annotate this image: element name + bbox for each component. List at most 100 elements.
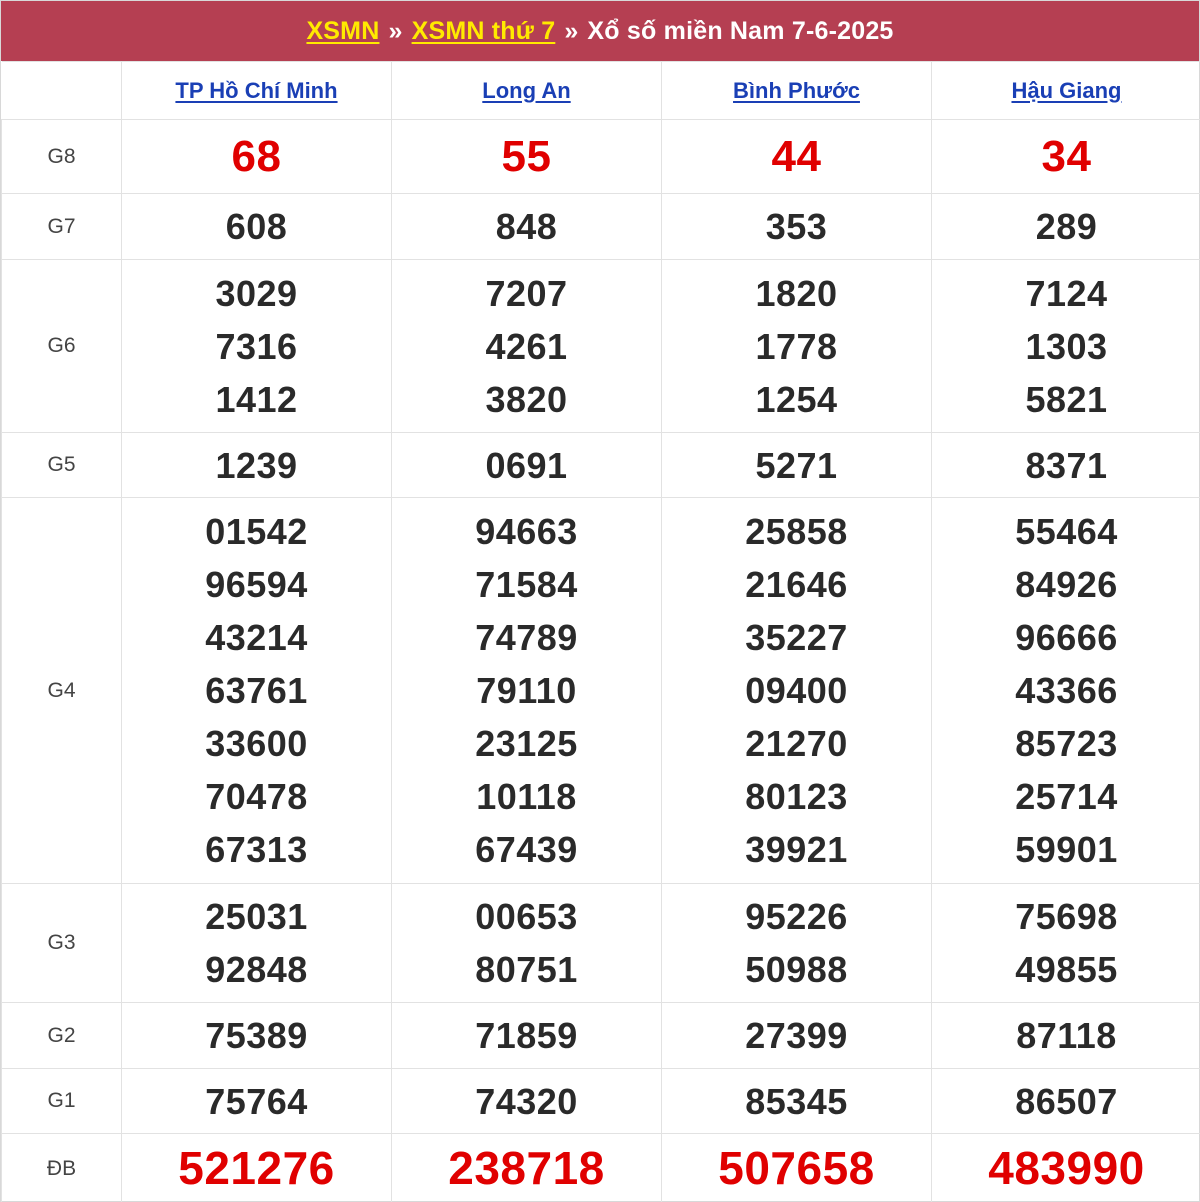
- result-number: 75389: [205, 1015, 308, 1056]
- result-cell: 238718: [391, 1133, 662, 1202]
- result-cell: 75698 49855: [931, 883, 1200, 1003]
- result-number: 5821: [1025, 378, 1108, 420]
- province-header: Long An: [391, 61, 662, 120]
- result-number: 84926: [1015, 564, 1118, 605]
- result-cell: 68: [121, 119, 392, 194]
- result-number: 55464: [1015, 511, 1118, 552]
- prize-row: G3 25031 92848 00653 80751 95226 50988 75698 498…: [1, 883, 1200, 1003]
- result-cell: 1239: [121, 432, 392, 498]
- result-number: 34: [1041, 132, 1092, 181]
- province-link-hau-giang[interactable]: Hậu Giang: [1011, 78, 1121, 103]
- result-number: 27399: [745, 1015, 848, 1056]
- result-number: 7316: [215, 325, 298, 367]
- result-cell: 353: [661, 193, 932, 260]
- result-cell: 86507: [931, 1068, 1200, 1134]
- result-number: 289: [1035, 206, 1098, 247]
- result-number: 8371: [1025, 444, 1108, 486]
- result-number: 608: [225, 206, 288, 247]
- result-cell: 55: [391, 119, 662, 194]
- province-header: TP Hồ Chí Minh: [121, 61, 392, 120]
- result-cell: 5271: [661, 432, 932, 498]
- result-cell: 25031 92848: [121, 883, 392, 1003]
- prize-label: G3: [1, 883, 122, 1003]
- result-number: 3029: [215, 272, 298, 314]
- result-number: 95226: [745, 896, 848, 937]
- result-cell: 7207 4261 3820: [391, 259, 662, 433]
- result-number: 5271: [755, 444, 838, 486]
- result-cell: 87118: [931, 1002, 1200, 1069]
- result-number: 1820: [755, 272, 838, 314]
- result-number: 521276: [178, 1142, 335, 1194]
- result-number: 96666: [1015, 617, 1118, 658]
- results-body: G8 68 55 44 34 G7 608 848 353 289 G6 3029 7316 1412 72…: [1, 119, 1200, 1202]
- result-number: 55: [501, 132, 552, 181]
- result-number: 21646: [745, 564, 848, 605]
- results-table: TP Hồ Chí Minh Long An Bình Phước Hậu Gi…: [1, 61, 1200, 1202]
- result-number: 1239: [215, 444, 298, 486]
- result-number: 21270: [745, 723, 848, 764]
- result-cell: 507658: [661, 1133, 932, 1202]
- province-link-long-an[interactable]: Long An: [482, 78, 570, 103]
- prize-row: ĐB 521276 238718 507658 483990: [1, 1133, 1200, 1202]
- result-cell: 0691: [391, 432, 662, 498]
- result-number: 74320: [475, 1080, 578, 1122]
- results-page: XSMN » XSMN thứ 7 » Xổ số miền Nam 7-6-2…: [0, 0, 1200, 1202]
- result-number: 87118: [1016, 1015, 1117, 1056]
- xsmn-saturday-link[interactable]: XSMN thứ 7: [412, 17, 556, 46]
- result-number: 00653: [475, 896, 578, 937]
- result-cell: 7124 1303 5821: [931, 259, 1200, 433]
- result-cell: 75389: [121, 1002, 392, 1069]
- breadcrumb-separator: »: [388, 16, 403, 45]
- result-number: 35227: [745, 617, 848, 658]
- result-cell: 55464 84926 96666 43366 85723 25714 59901: [931, 497, 1200, 884]
- prize-label: G5: [1, 432, 122, 498]
- result-number: 59901: [1015, 829, 1118, 870]
- province-link-binh-phuoc[interactable]: Bình Phước: [733, 78, 860, 103]
- result-number: 96594: [205, 564, 308, 605]
- result-number: 848: [495, 206, 558, 247]
- result-number: 7124: [1025, 272, 1108, 314]
- result-number: 7207: [485, 272, 568, 314]
- result-cell: 848: [391, 193, 662, 260]
- result-cell: 85345: [661, 1068, 932, 1134]
- result-number: 67439: [475, 829, 578, 870]
- result-cell: 25858 21646 35227 09400 21270 80123 39921: [661, 497, 932, 884]
- result-number: 50988: [745, 949, 848, 990]
- prize-label: G8: [1, 119, 122, 194]
- result-number: 09400: [745, 670, 848, 711]
- prize-row: G6 3029 7316 1412 7207 4261 3820 1820 1778 1254 71…: [1, 259, 1200, 433]
- result-number: 01542: [205, 511, 308, 552]
- page-title: Xổ số miền Nam 7-6-2025: [587, 16, 894, 45]
- result-number: 33600: [205, 723, 308, 764]
- result-cell: 44: [661, 119, 932, 194]
- province-link-hcm[interactable]: TP Hồ Chí Minh: [175, 78, 337, 103]
- result-cell: 521276: [121, 1133, 392, 1202]
- result-cell: 608: [121, 193, 392, 260]
- prize-row: G7 608 848 353 289: [1, 193, 1200, 260]
- prize-label: G2: [1, 1002, 122, 1069]
- result-number: 507658: [718, 1142, 875, 1194]
- result-number: 92848: [205, 949, 308, 990]
- result-cell: 74320: [391, 1068, 662, 1134]
- result-cell: 3029 7316 1412: [121, 259, 392, 433]
- result-number: 4261: [485, 325, 568, 367]
- result-number: 80751: [475, 949, 578, 990]
- title-bar: XSMN » XSMN thứ 7 » Xổ số miền Nam 7-6-2…: [1, 1, 1199, 61]
- result-number: 483990: [988, 1142, 1145, 1194]
- result-number: 238718: [448, 1142, 605, 1194]
- result-cell: 94663 71584 74789 79110 23125 10118 67439: [391, 497, 662, 884]
- result-number: 25031: [205, 896, 308, 937]
- result-cell: 95226 50988: [661, 883, 932, 1003]
- result-number: 71584: [475, 564, 578, 605]
- prize-label: G6: [1, 259, 122, 433]
- breadcrumb-separator: »: [564, 16, 579, 45]
- xsmn-link[interactable]: XSMN: [306, 17, 379, 46]
- prize-row: G5 1239 0691 5271 8371: [1, 432, 1200, 498]
- result-number: 85723: [1015, 723, 1118, 764]
- result-number: 79110: [476, 670, 577, 711]
- result-cell: 34: [931, 119, 1200, 194]
- result-number: 86507: [1015, 1080, 1118, 1122]
- result-cell: 75764: [121, 1068, 392, 1134]
- result-number: 43214: [205, 617, 308, 658]
- result-cell: 483990: [931, 1133, 1200, 1202]
